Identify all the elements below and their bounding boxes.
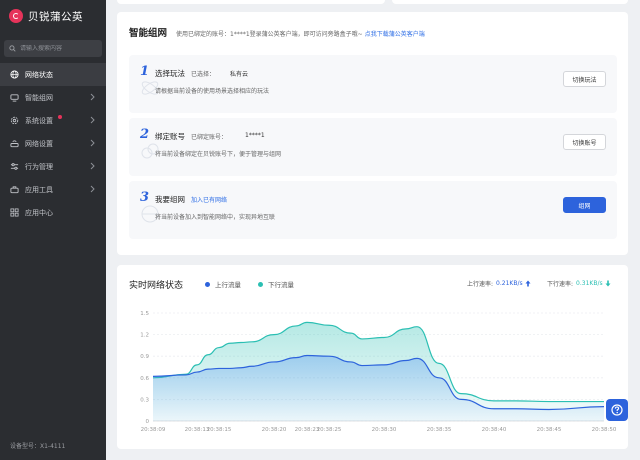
join-network-button[interactable]: 组网 [563,197,606,213]
step-choose-mode: 1 选择玩法 已选择： 私有云 请根据当前设备的使用场景选择相应的玩法 切换玩法 [129,55,617,113]
smart-network-title: 智能组网 [129,28,168,39]
step-desc: 将当前设备绑定在贝锐账号下，便于管理与组网 [155,151,282,158]
sidebar-item-label: 行为管理 [25,162,53,171]
x-tick-label: 20:38:20 [262,427,287,433]
y-tick-label: 1.5 [140,311,149,317]
sidebar-item-1[interactable]: 智能组网 [0,86,106,109]
sidebar-item-6[interactable]: 应用中心 [0,201,106,224]
brand[interactable]: 贝锐蒲公英 [0,0,106,32]
download-client-link[interactable]: 点我下载蒲公英客户端 [365,29,425,38]
grid-icon [10,208,19,217]
x-tick-label: 20:38:35 [427,427,452,433]
sidebar-item-label: 网络状态 [25,70,53,79]
step-title: 绑定账号 [155,132,185,141]
sidebar-nav: 网络状态智能组网系统设置网络设置行为管理应用工具应用中心 [0,63,106,224]
chevron-right-icon [90,162,95,170]
step-selected-value: 私有云 [230,71,249,78]
chevron-right-icon [90,93,95,101]
step-bound-value: 1****1 [245,132,265,139]
step-selected-label: 已选择： [191,71,216,78]
network-icon [10,93,19,102]
y-tick-label: 0.3 [140,397,149,403]
step-title: 我要组网 [155,195,185,204]
legend-up-dot-icon [205,281,210,287]
switch-mode-button[interactable]: 切换玩法 [563,71,606,87]
step-bound-label: 已绑定账号： [191,134,228,141]
step-title: 选择玩法 [155,69,185,78]
down-rate-label: 下行速率: [547,281,574,288]
smart-network-header: 智能组网 使用已绑定的账号：1****1登录蒲公英客户端，即可访问旁路盒子哦~ … [129,25,425,39]
x-tick-label: 20:38:25 [317,427,342,433]
gear-icon [10,116,19,125]
up-rate-label: 上行速率: [467,281,494,288]
legend-up-label: 上行流量 [215,281,241,289]
arrow-down-icon [605,280,611,287]
brand-name: 贝锐蒲公英 [28,10,83,23]
y-tick-label: 0 [146,419,150,425]
sidebar-item-label: 网络设置 [25,139,53,148]
globe-icon [10,70,19,79]
sidebar-item-label: 智能组网 [25,93,53,102]
search-input[interactable] [20,45,98,52]
notification-dot [58,115,62,119]
sidebar-item-4[interactable]: 行为管理 [0,155,106,178]
legend-up: 上行流量 [205,279,241,289]
toolbox-icon [10,185,19,194]
arrow-up-icon [525,280,531,287]
y-tick-label: 0.9 [140,354,149,360]
sidebar-item-5[interactable]: 应用工具 [0,178,106,201]
step-bind-account: 2 绑定账号 已绑定账号： 1****1 将当前设备绑定在贝锐账号下，便于管理与… [129,118,617,176]
traffic-chart: 00.30.60.91.21.520:38:09 20:38:1320:38:15… [140,311,617,433]
step-join-network: 3 我要组网 加入已有网络 将当前设备加入到智能网络中，实现异地互联 组网 [129,181,617,239]
x-tick-label: 20:38:30 [372,427,397,433]
x-tick-label: 20:38:09 [141,427,166,433]
up-rate-value: 0.21KB/s [496,280,523,287]
sidebar: 贝锐蒲公英 网络状态智能组网系统设置网络设置行为管理应用工具应用中心 设备型号：… [0,0,106,460]
legend-down-label: 下行流量 [268,281,294,289]
sidebar-item-label: 应用工具 [25,185,53,194]
chevron-right-icon [90,139,95,147]
x-tick-label: 20:38:15 [207,427,232,433]
brand-logo-icon [9,9,23,23]
x-tick-label: 20:38:40 [482,427,507,433]
search-box[interactable] [4,40,102,57]
sidebar-item-0[interactable]: 网络状态 [0,63,106,86]
up-rate: 上行速率: 0.21KB/s [467,279,531,288]
x-tick-label: 20:38:45 [537,427,562,433]
top-card-edge [117,0,385,4]
down-rate-value: 0.31KB/s [576,280,603,287]
realtime-title: 实时网络状态 [129,281,184,291]
realtime-status-card: 实时网络状态 上行流量 下行流量 上行速率: 0.21KB/s 下行速率: 0.… [117,265,628,449]
search-icon [9,45,16,52]
y-tick-label: 0.6 [140,376,149,382]
y-tick-label: 1.2 [140,333,149,339]
smart-network-desc: 使用已绑定的账号：1****1登录蒲公英客户端，即可访问旁路盒子哦~ [176,31,363,38]
step-desc: 将当前设备加入到智能网络中，实现异地互联 [155,214,276,221]
smart-network-card: 智能组网 使用已绑定的账号：1****1登录蒲公英客户端，即可访问旁路盒子哦~ … [117,12,628,255]
down-rate: 下行速率: 0.31KB/s [547,279,611,288]
sidebar-item-label: 系统设置 [25,116,53,125]
sidebar-item-2[interactable]: 系统设置 [0,109,106,132]
sidebar-item-3[interactable]: 网络设置 [0,132,106,155]
switch-account-button[interactable]: 切换账号 [563,134,606,150]
step-desc: 请根据当前设备的使用场景选择相应的玩法 [155,88,270,95]
legend-down: 下行流量 [258,279,294,289]
sidebar-item-label: 应用中心 [25,208,53,217]
legend-down-dot-icon [258,281,263,287]
router-icon [10,139,19,148]
top-card-edge-right [392,0,628,4]
chevron-right-icon [90,185,95,193]
x-tick-label: 20:38:50 [592,427,617,433]
device-model: 设备型号：X1-4111 [10,443,66,450]
help-button[interactable] [606,399,628,421]
chevron-right-icon [90,116,95,124]
question-icon [611,404,623,416]
sliders-icon [10,162,19,171]
join-existing-network-link[interactable]: 加入已有网络 [191,195,227,204]
